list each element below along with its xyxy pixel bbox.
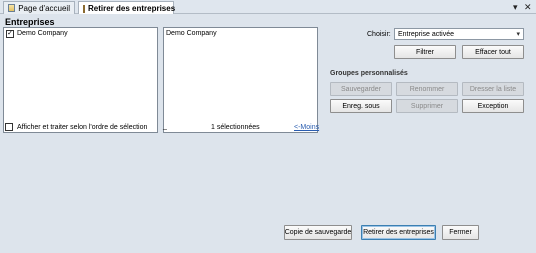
remove-companies-button[interactable]: Retirer des entreprises xyxy=(361,225,436,240)
close-icon[interactable]: ✕ xyxy=(524,2,532,13)
order-checkbox-label: Afficher et traiter selon l'ordre de sél… xyxy=(17,124,148,131)
selected-count: 1 sélectionnées xyxy=(211,124,260,131)
draw-list-button[interactable]: Dresser la liste xyxy=(462,82,524,96)
main-panel: Entreprises ✓ Demo Company Demo Company … xyxy=(0,14,536,253)
save-as-group-button[interactable]: Enreg. sous xyxy=(330,99,392,113)
order-checkbox[interactable] xyxy=(5,123,13,131)
chevron-down-icon[interactable]: ▾ xyxy=(513,2,518,13)
list-item[interactable]: Demo Company xyxy=(164,28,317,39)
available-companies-list[interactable]: ✓ Demo Company xyxy=(3,27,158,133)
tab-remove-companies[interactable]: Retirer des entreprises xyxy=(78,1,176,15)
choose-select[interactable]: Entreprise activée ▾ xyxy=(394,28,524,40)
tab-home-page[interactable]: Page d'accueil xyxy=(3,1,75,14)
custom-groups-title: Groupes personnalisés xyxy=(330,70,408,77)
remove-companies-icon xyxy=(83,4,85,13)
home-page-icon xyxy=(8,4,16,12)
list-item-label: Demo Company xyxy=(17,30,68,37)
chevron-down-icon: ▾ xyxy=(516,31,520,38)
choose-label: Choisir: xyxy=(367,31,391,38)
tab-home-page-label: Page d'accueil xyxy=(18,3,70,13)
list-item-label: Demo Company xyxy=(166,30,217,37)
tab-remove-companies-label: Retirer des entreprises xyxy=(88,4,176,13)
close-button[interactable]: Fermer xyxy=(442,225,479,240)
rename-group-button[interactable]: Renommer xyxy=(396,82,458,96)
selected-companies-list[interactable]: Demo Company xyxy=(163,27,318,133)
choose-select-value: Entreprise activée xyxy=(398,30,455,38)
save-group-button[interactable]: Sauvegarder xyxy=(330,82,392,96)
tab-bar: Page d'accueil Retirer des entreprises ▾… xyxy=(0,0,536,15)
list-item[interactable]: ✓ Demo Company xyxy=(4,28,157,39)
filter-button[interactable]: Filtrer xyxy=(394,45,456,59)
section-title: Entreprises xyxy=(5,17,55,27)
exception-button[interactable]: Exception xyxy=(462,99,524,113)
status-underscore: _ xyxy=(163,123,167,130)
less-link[interactable]: <-Moins xyxy=(294,124,319,131)
clear-all-button[interactable]: Effacer tout xyxy=(462,45,524,59)
company-checkbox[interactable]: ✓ xyxy=(6,29,14,38)
backup-button[interactable]: Copie de sauvegarde xyxy=(284,225,352,240)
delete-group-button[interactable]: Supprimer xyxy=(396,99,458,113)
